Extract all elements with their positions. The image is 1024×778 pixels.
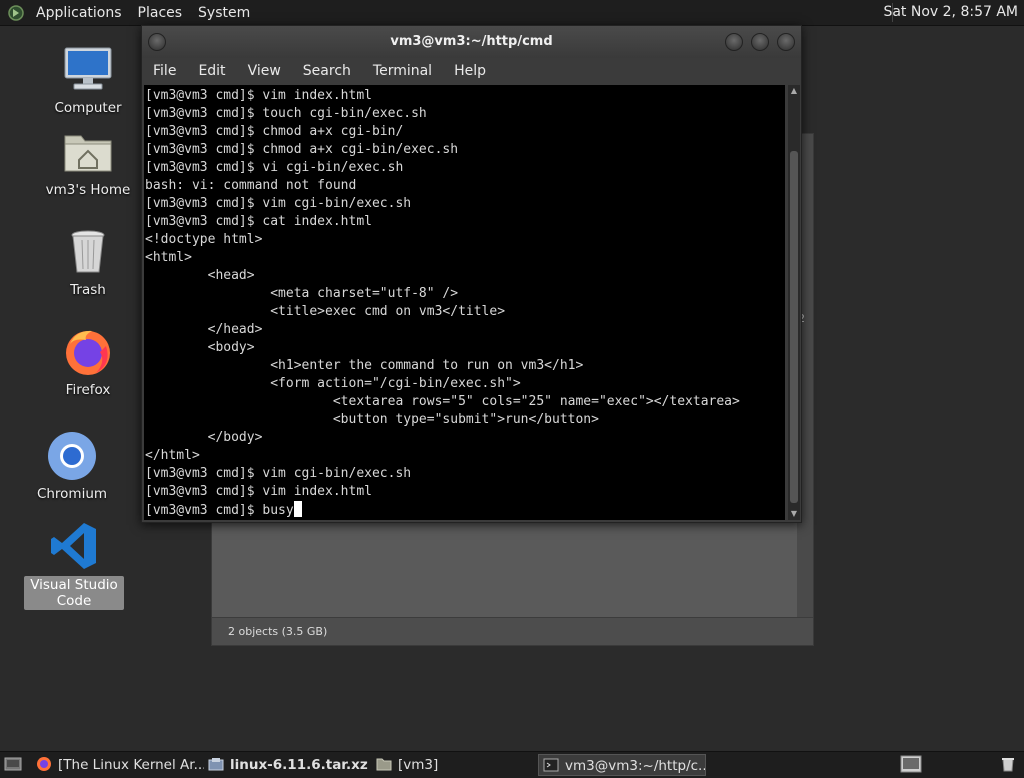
scroll-up-arrow-icon[interactable]: ▲ [788, 85, 800, 97]
computer-icon [62, 44, 114, 96]
scrollbar-thumb[interactable] [790, 151, 798, 503]
terminal-prompt-text: [vm3@vm3 cmd]$ busy [145, 503, 294, 518]
terminal-title: vm3@vm3:~/http/cmd [390, 34, 553, 49]
terminal-line: [vm3@vm3 cmd]$ vim index.html [145, 484, 372, 499]
firefox-icon [62, 326, 114, 378]
terminal-line: [vm3@vm3 cmd]$ touch cgi-bin/exec.sh [145, 106, 427, 121]
trash-icon [62, 226, 114, 278]
menu-view[interactable]: View [237, 63, 292, 79]
firefox-icon [36, 756, 52, 772]
terminal-output[interactable]: [vm3@vm3 cmd]$ vim index.html [vm3@vm3 cm… [144, 85, 785, 520]
home-folder-icon [62, 126, 114, 178]
distro-logo-icon[interactable] [8, 4, 24, 21]
terminal-line: [vm3@vm3 cmd]$ vim index.html [145, 88, 372, 103]
vscode-icon [48, 520, 100, 572]
terminal-line: [vm3@vm3 cmd]$ chmod a+x cgi-bin/exec.sh [145, 142, 459, 157]
task-archive[interactable]: linux-6.11.6.tar.xz [204, 754, 373, 776]
terminal-line: <meta charset="utf-8" /> [145, 286, 459, 301]
terminal-icon [543, 757, 559, 773]
system-menu[interactable]: System [190, 5, 258, 21]
terminal-line: <h1>enter the command to run on vm3</h1> [145, 358, 584, 373]
terminal-lines: [vm3@vm3 cmd]$ vim index.html [vm3@vm3 cm… [144, 85, 785, 520]
menu-terminal[interactable]: Terminal [362, 63, 443, 79]
menu-edit[interactable]: Edit [187, 63, 236, 79]
terminal-line: <!doctype html> [145, 232, 263, 247]
terminal-line: [vm3@vm3 cmd]$ cat index.html [145, 214, 372, 229]
terminal-scrollbar[interactable]: ▲ ▼ [788, 85, 800, 520]
task-firefox[interactable]: [The Linux Kernel Ar... [32, 754, 204, 776]
terminal-line: <textarea rows="5" cols="25" name="exec"… [145, 394, 740, 409]
terminal-line: <head> [145, 268, 255, 283]
close-button[interactable] [777, 33, 795, 51]
text-cursor [293, 501, 302, 517]
terminal-line: <body> [145, 340, 255, 355]
desktop-icon-computer[interactable]: Computer [38, 44, 138, 116]
task-terminal[interactable]: vm3@vm3:~/http/c... [538, 754, 706, 776]
menu-help[interactable]: Help [443, 63, 497, 79]
terminal-line: <title>exec cmd on vm3</title> [145, 304, 506, 319]
terminal-line: <html> [145, 250, 192, 265]
desktop-icon-label: Trash [70, 282, 106, 298]
menu-search[interactable]: Search [292, 63, 362, 79]
chromium-icon [46, 430, 98, 482]
menu-file[interactable]: File [142, 63, 187, 79]
terminal-line: </body> [145, 430, 263, 445]
terminal-line: [vm3@vm3 cmd]$ vim cgi-bin/exec.sh [145, 196, 412, 211]
show-desktop-icon[interactable] [4, 756, 22, 776]
desktop-icon-home[interactable]: vm3's Home [38, 126, 138, 198]
terminal-line: </html> [145, 448, 200, 463]
desktop-icon-label: Computer [54, 100, 122, 116]
terminal-line: [vm3@vm3 cmd]$ vi cgi-bin/exec.sh [145, 160, 404, 175]
file-manager-status: 2 objects (3.5 GB) [212, 617, 813, 645]
scroll-down-arrow-icon[interactable]: ▼ [788, 508, 800, 520]
applications-menu[interactable]: Applications [28, 5, 130, 21]
desktop-icon-label: Firefox [65, 382, 111, 398]
terminal-window[interactable]: vm3@vm3:~/http/cmd File Edit View Search… [141, 25, 802, 523]
task-file-manager[interactable]: [vm3] [372, 754, 541, 776]
clock[interactable]: Sat Nov 2, 8:57 AM [883, 4, 1018, 20]
terminal-menubar: File Edit View Search Terminal Help [142, 58, 801, 84]
desktop-icon-chromium[interactable]: Chromium [22, 430, 122, 502]
minimize-button[interactable] [725, 33, 743, 51]
desktop-icon-label: Visual Studio Code [24, 576, 124, 610]
workspace-switcher[interactable] [900, 755, 922, 777]
maximize-button[interactable] [751, 33, 769, 51]
folder-icon [376, 756, 392, 772]
terminal-line: bash: vi: command not found [145, 178, 357, 193]
window-menu-button[interactable] [148, 33, 166, 51]
desktop-icon-label: vm3's Home [45, 182, 131, 198]
top-panel: Applications Places System Sat Nov 2, 8:… [0, 0, 1024, 26]
trash-applet-icon[interactable] [1000, 756, 1016, 776]
desktop-icon-firefox[interactable]: Firefox [38, 326, 138, 398]
terminal-prompt-line[interactable]: [vm3@vm3 cmd]$ busy [145, 501, 785, 520]
terminal-line: <form action="/cgi-bin/exec.sh"> [145, 376, 521, 391]
places-menu[interactable]: Places [130, 5, 191, 21]
desktop-icon-label: Chromium [36, 486, 108, 502]
terminal-line: </head> [145, 322, 263, 337]
desktop-icon-trash[interactable]: Trash [38, 226, 138, 298]
taskbar: [The Linux Kernel Ar... linux-6.11.6.tar… [0, 751, 1024, 778]
terminal-line: <button type="submit">run</button> [145, 412, 599, 427]
terminal-titlebar[interactable]: vm3@vm3:~/http/cmd [142, 26, 801, 58]
archive-manager-icon [208, 756, 224, 772]
terminal-line: [vm3@vm3 cmd]$ vim cgi-bin/exec.sh [145, 466, 412, 481]
desktop-icon-vscode[interactable]: Visual Studio Code [24, 520, 124, 610]
terminal-line: [vm3@vm3 cmd]$ chmod a+x cgi-bin/ [145, 124, 404, 139]
